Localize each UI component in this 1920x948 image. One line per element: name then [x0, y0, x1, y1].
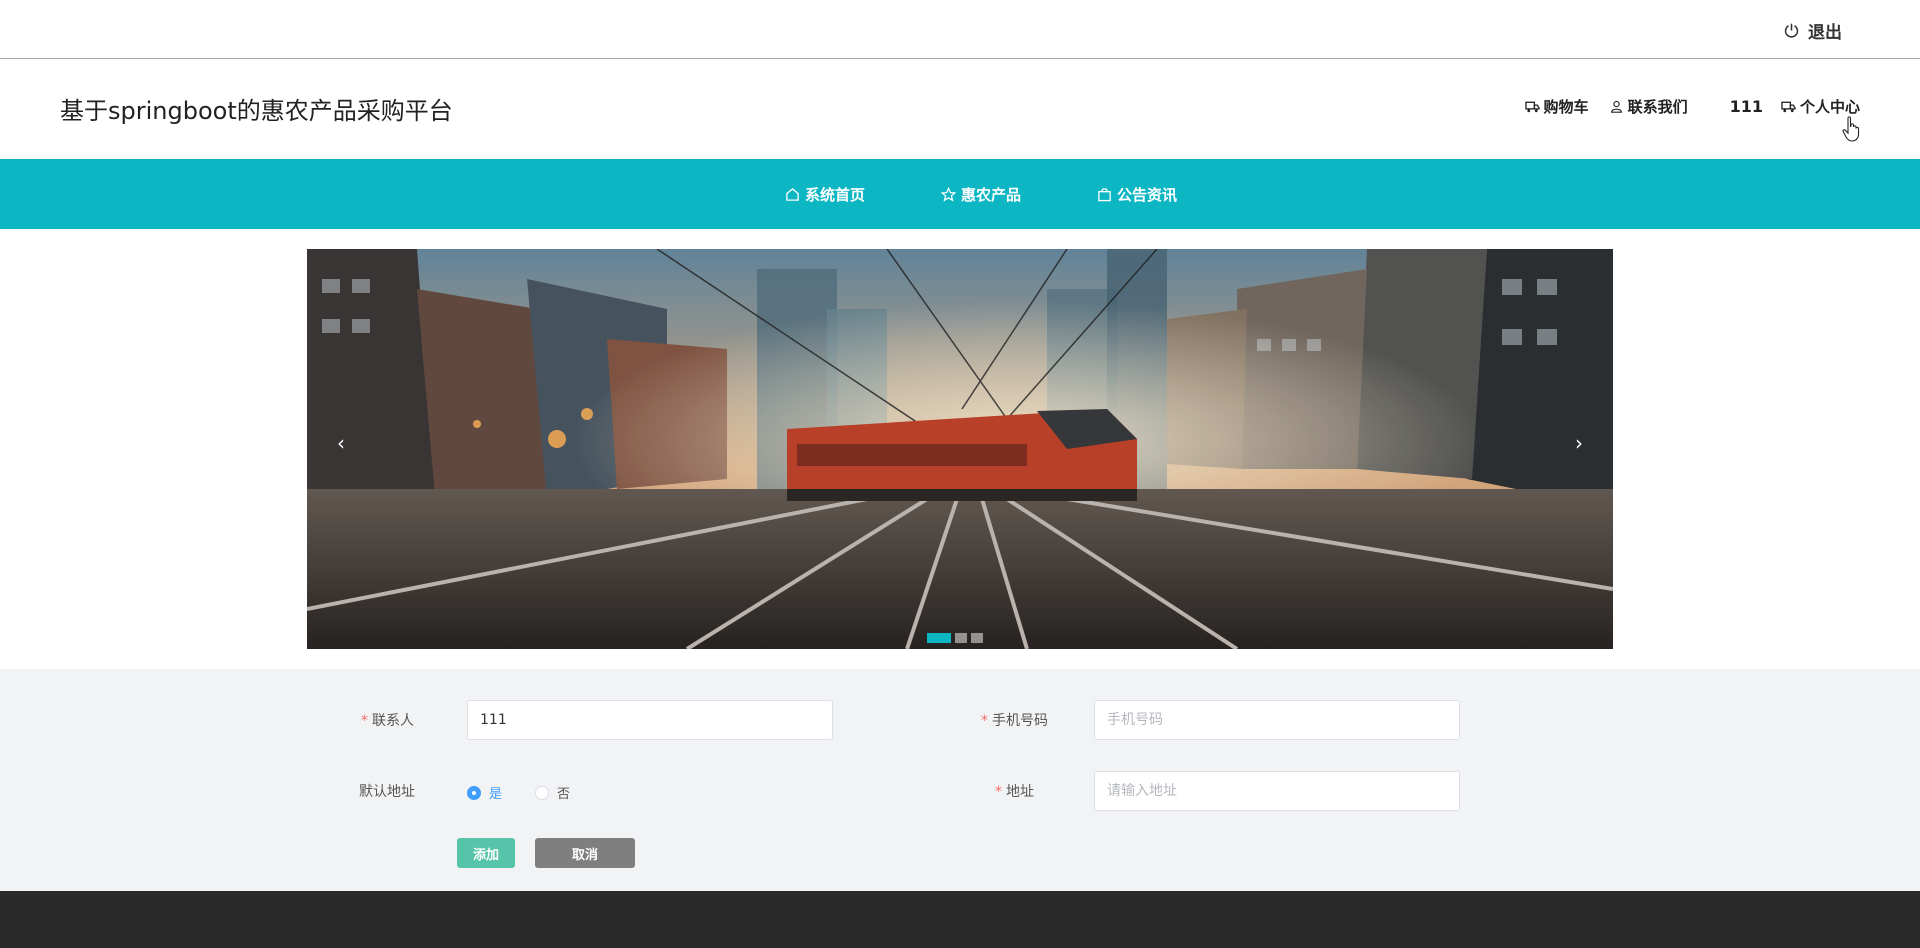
cancel-button[interactable]: 取消 [535, 838, 635, 868]
username: 111 [1729, 97, 1763, 116]
carousel-dot[interactable] [955, 633, 967, 643]
contact-input[interactable] [467, 700, 833, 740]
add-button[interactable]: 添加 [457, 838, 515, 868]
nav-item-products[interactable]: 惠农产品 [940, 184, 1021, 205]
footer [0, 891, 1920, 948]
default-address-yes-radio[interactable]: 是 [467, 783, 502, 802]
bag-icon [1098, 187, 1111, 201]
logout-label: 退出 [1808, 23, 1842, 43]
default-address-label: 默认地址 [359, 784, 415, 800]
required-mark: * [361, 713, 368, 729]
carousel-prev-button[interactable]: ‹ [329, 431, 353, 455]
contact-label: * 联系人 [361, 713, 414, 729]
top-bar: 退出 [0, 0, 1920, 59]
profile-link[interactable]: 个人中心 [1781, 96, 1860, 117]
phone-label: * 手机号码 [981, 713, 1048, 729]
cart-label: 购物车 [1543, 98, 1589, 116]
required-mark: * [981, 713, 988, 729]
required-mark: * [995, 784, 1002, 800]
cart-link[interactable]: 购物车 [1524, 96, 1589, 117]
main-nav: 系统首页 惠农产品 公告资讯 [0, 159, 1920, 229]
header: 基于springboot的惠农产品采购平台 购物车 联系我们 111 个人中心 [0, 59, 1920, 159]
address-form: *联系人 *手机号码 默认地址 是 否 *地址 添加 取消 [0, 669, 1920, 891]
logout-button[interactable]: 退出 [1783, 18, 1842, 43]
default-address-no-radio[interactable]: 否 [535, 783, 570, 802]
carousel-dot[interactable] [971, 633, 983, 643]
truck-icon [1524, 101, 1540, 113]
carousel-indicators [927, 633, 983, 643]
profile-label: 个人中心 [1799, 98, 1860, 116]
address-label: * 地址 [995, 784, 1034, 800]
nav-item-label: 系统首页 [804, 185, 865, 204]
truck-icon [1781, 101, 1796, 113]
hand-cursor-icon [1842, 116, 1860, 142]
user-icon [1610, 100, 1622, 113]
power-icon [1784, 23, 1799, 38]
carousel-next-button[interactable]: › [1567, 431, 1591, 455]
nav-item-home[interactable]: 系统首页 [785, 184, 865, 205]
site-title: 基于springboot的惠农产品采购平台 [60, 97, 453, 125]
home-icon [786, 187, 799, 201]
phone-input[interactable] [1094, 700, 1460, 740]
carousel-dot[interactable] [927, 633, 951, 643]
nav-item-label: 公告资讯 [1117, 185, 1178, 204]
address-input[interactable] [1094, 771, 1460, 811]
nav-item-news[interactable]: 公告资讯 [1097, 184, 1177, 205]
contact-label: 联系我们 [1627, 98, 1688, 116]
contact-link[interactable]: 联系我们 [1609, 96, 1688, 117]
header-links: 购物车 联系我们 111 个人中心 [1524, 96, 1860, 117]
carousel-slide-image [307, 249, 1613, 649]
nav-item-label: 惠农产品 [960, 185, 1021, 204]
banner-carousel[interactable]: ‹ › [307, 249, 1613, 649]
star-icon [940, 186, 956, 202]
